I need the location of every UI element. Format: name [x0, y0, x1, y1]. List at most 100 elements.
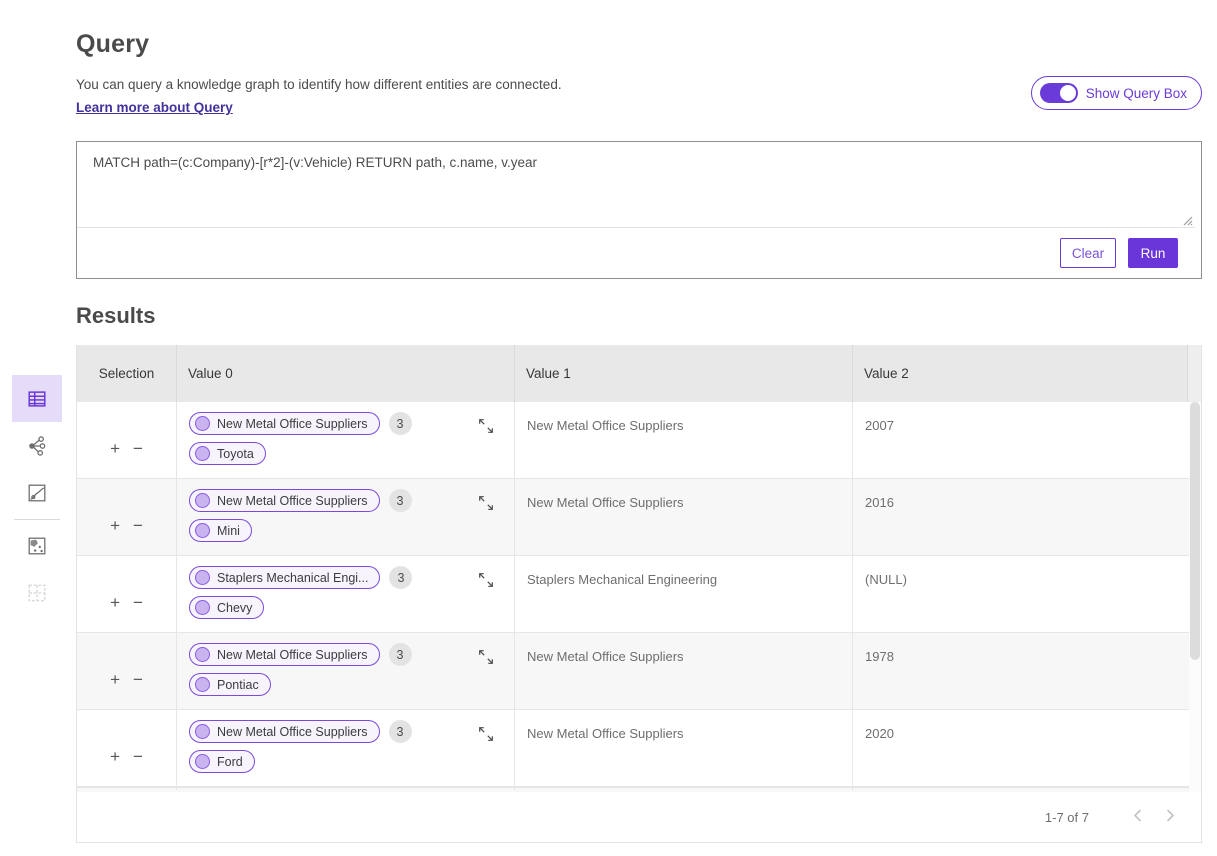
value0-cell: New Metal Office Suppliers 3 Toyota — [177, 402, 515, 482]
entity-dot-icon — [195, 677, 210, 692]
selection-cell: + − — [77, 556, 177, 636]
entity-pill[interactable]: New Metal Office Suppliers — [189, 412, 380, 435]
table-header: Selection Value 0 Value 1 Value 2 — [77, 345, 1201, 402]
column-header-value2: Value 2 — [853, 345, 1188, 402]
expand-path-icon[interactable] — [477, 494, 495, 512]
expand-path-icon[interactable] — [477, 571, 495, 589]
entity-dot-icon — [195, 416, 210, 431]
next-page-button[interactable] — [1158, 805, 1183, 829]
toggle-switch-icon[interactable] — [1040, 83, 1078, 103]
map-icon — [26, 535, 48, 557]
value1-cell: New Metal Office Suppliers — [515, 710, 853, 790]
add-selection-button[interactable]: + — [110, 569, 120, 636]
entity-dot-icon — [195, 724, 210, 739]
table-row: + − New Metal Office Suppliers 3 Mini — [77, 479, 1201, 556]
value2-cell: 2020 — [853, 710, 1201, 790]
selection-cell: + − — [77, 479, 177, 559]
results-title: Results — [76, 303, 155, 329]
remove-selection-button[interactable]: − — [133, 646, 143, 713]
chevron-left-icon — [1133, 809, 1142, 822]
previous-page-button[interactable] — [1125, 805, 1150, 829]
table-row: + − New Metal Office Suppliers 3 Pontiac — [77, 633, 1201, 710]
add-selection-button[interactable]: + — [110, 415, 120, 482]
selection-cell: + − — [77, 402, 177, 482]
query-box: MATCH path=(c:Company)-[r*2]-(v:Vehicle)… — [76, 141, 1202, 279]
value1-cell: New Metal Office Suppliers — [515, 633, 853, 713]
entity-pill[interactable]: New Metal Office Suppliers — [189, 720, 380, 743]
entity-dot-icon — [195, 754, 210, 769]
value0-cell: New Metal Office Suppliers 3 Mini — [177, 479, 515, 559]
selection-cell: + − — [77, 710, 177, 790]
value1-cell: Staplers Mechanical Engineering — [515, 556, 853, 636]
query-input[interactable]: MATCH path=(c:Company)-[r*2]-(v:Vehicle)… — [77, 142, 1195, 228]
add-selection-button[interactable]: + — [110, 646, 120, 713]
entity-dot-icon — [195, 600, 210, 615]
value1-cell: New Metal Office Suppliers — [515, 479, 853, 559]
graph-icon — [26, 435, 48, 457]
entity-pill[interactable]: New Metal Office Suppliers — [189, 489, 380, 512]
count-badge: 3 — [389, 412, 412, 435]
chart-icon — [26, 482, 48, 504]
entity-pill[interactable]: Pontiac — [189, 673, 271, 696]
count-badge: 3 — [389, 720, 412, 743]
table-vertical-scrollbar[interactable] — [1189, 402, 1201, 792]
remove-selection-button[interactable]: − — [133, 415, 143, 482]
entity-pill[interactable]: Mini — [189, 519, 252, 542]
entity-pill[interactable]: Ford — [189, 750, 255, 773]
value1-cell: New Metal Office Suppliers — [515, 402, 853, 482]
entity-dot-icon — [195, 523, 210, 538]
entity-dot-icon — [195, 647, 210, 662]
expand-path-icon[interactable] — [477, 648, 495, 666]
value2-cell: 1978 — [853, 633, 1201, 713]
run-button[interactable]: Run — [1128, 238, 1178, 268]
sidebar-item-table-view[interactable] — [12, 375, 62, 422]
entity-pill[interactable]: Chevy — [189, 596, 264, 619]
query-actions: Clear Run — [1060, 238, 1178, 268]
textarea-resize-handle-icon[interactable] — [1181, 214, 1193, 226]
count-badge: 3 — [389, 643, 412, 666]
clear-button[interactable]: Clear — [1060, 238, 1116, 268]
entity-pill[interactable]: Staplers Mechanical Engi... — [189, 566, 380, 589]
entity-dot-icon — [195, 570, 210, 585]
remove-selection-button[interactable]: − — [133, 723, 143, 790]
expand-path-icon[interactable] — [477, 725, 495, 743]
entity-pill[interactable]: Toyota — [189, 442, 266, 465]
value0-cell: New Metal Office Suppliers 3 Pontiac — [177, 633, 515, 713]
sidebar-item-layout-view[interactable] — [12, 569, 62, 616]
results-table: Selection Value 0 Value 1 Value 2 + − Ne… — [76, 345, 1202, 843]
sidebar-divider — [14, 519, 60, 520]
sidebar-item-map-view[interactable] — [12, 522, 62, 569]
sidebar-item-chart-view[interactable] — [12, 469, 62, 516]
scrollbar-thumb[interactable] — [1190, 402, 1200, 660]
column-header-value0: Value 0 — [177, 345, 515, 402]
entity-pill[interactable]: New Metal Office Suppliers — [189, 643, 380, 666]
toggle-label: Show Query Box — [1086, 86, 1187, 101]
table-row: + − Staplers Mechanical Engi... 3 Chevy — [77, 556, 1201, 633]
show-query-box-toggle[interactable]: Show Query Box — [1031, 76, 1202, 110]
add-selection-button[interactable]: + — [110, 492, 120, 559]
pagination-range-label: 1-7 of 7 — [1045, 810, 1089, 825]
chevron-right-icon — [1166, 809, 1175, 822]
remove-selection-button[interactable]: − — [133, 569, 143, 636]
entity-dot-icon — [195, 446, 210, 461]
learn-more-link[interactable]: Learn more about Query — [76, 100, 233, 115]
value2-cell: 2016 — [853, 479, 1201, 559]
page-title: Query — [76, 30, 149, 59]
sidebar-item-graph-view[interactable] — [12, 422, 62, 469]
value2-cell: (NULL) — [853, 556, 1201, 636]
column-header-value1: Value 1 — [515, 345, 853, 402]
table-row: + − New Metal Office Suppliers 3 Ford — [77, 710, 1201, 787]
add-selection-button[interactable]: + — [110, 723, 120, 790]
selection-cell: + − — [77, 633, 177, 713]
table-icon — [26, 388, 48, 410]
remove-selection-button[interactable]: − — [133, 492, 143, 559]
value2-cell: 2007 — [853, 402, 1201, 482]
value0-cell: Staplers Mechanical Engi... 3 Chevy — [177, 556, 515, 636]
query-page: Query You can query a knowledge graph to… — [0, 0, 1217, 856]
table-row: + − New Metal Office Suppliers 3 Toyota — [77, 402, 1201, 479]
page-description: You can query a knowledge graph to ident… — [76, 77, 562, 92]
table-pagination: 1-7 of 7 — [77, 792, 1201, 842]
expand-path-icon[interactable] — [477, 417, 495, 435]
entity-dot-icon — [195, 493, 210, 508]
header-scrollbar-corner — [1188, 345, 1201, 402]
